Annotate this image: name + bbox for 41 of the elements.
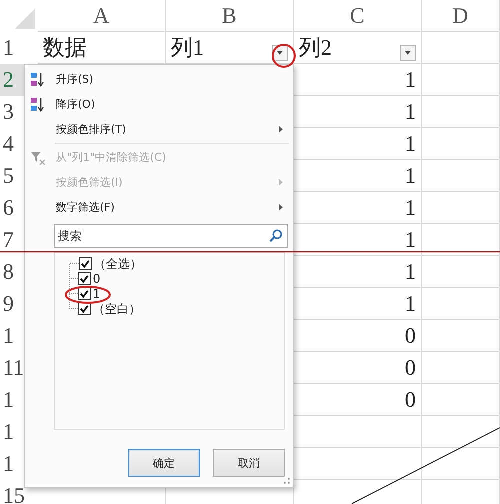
value-label: （全选） bbox=[94, 258, 142, 270]
table-cell: 1 bbox=[405, 194, 416, 220]
annotation-circle bbox=[272, 44, 296, 68]
dialog-button[interactable]: 取消 bbox=[213, 449, 285, 477]
table-cell: 0 bbox=[405, 386, 416, 412]
filter-dropdown-button[interactable] bbox=[400, 44, 416, 60]
checkbox[interactable] bbox=[78, 272, 91, 285]
value-label: 0 bbox=[93, 272, 101, 284]
table-cell: 1 bbox=[405, 66, 416, 92]
clear-filter-icon bbox=[30, 150, 46, 166]
dialog-button[interactable]: 确定 bbox=[128, 449, 200, 477]
column-header[interactable]: A bbox=[94, 2, 110, 28]
search-field[interactable]: 搜索 bbox=[54, 224, 288, 248]
search-icon bbox=[269, 229, 283, 243]
column-header[interactable]: B bbox=[222, 2, 237, 28]
column-header[interactable]: D bbox=[452, 2, 468, 28]
table-cell-text: 列2 bbox=[299, 34, 332, 62]
table-cell: 1 bbox=[405, 226, 416, 252]
table-cell: 1 bbox=[405, 98, 416, 124]
submenu-arrow-icon bbox=[279, 126, 283, 133]
caret-icon bbox=[277, 50, 283, 54]
table-cell-text: 数据 bbox=[43, 34, 87, 62]
table-cell: 1 bbox=[405, 130, 416, 156]
column-header[interactable]: C bbox=[350, 2, 365, 28]
table-cell-text: 列1 bbox=[171, 34, 204, 62]
table-cell: 1 bbox=[405, 258, 416, 284]
table-cell: 1 bbox=[405, 162, 416, 188]
value-label: 1 bbox=[93, 288, 101, 300]
sort-descending-icon bbox=[30, 96, 46, 112]
checkbox[interactable] bbox=[79, 257, 92, 270]
caret-icon bbox=[405, 50, 411, 54]
resize-grip-icon[interactable] bbox=[283, 477, 291, 485]
sort-ascending-icon bbox=[30, 72, 46, 88]
submenu-arrow-icon bbox=[279, 204, 283, 211]
table-cell: 0 bbox=[405, 354, 416, 380]
table-cell: 0 bbox=[405, 322, 416, 348]
value-label: （空白） bbox=[93, 302, 141, 314]
annotation-ellipse bbox=[65, 286, 111, 304]
row-header[interactable]: 1 bbox=[0, 32, 38, 64]
table-cell: 1 bbox=[405, 290, 416, 316]
submenu-arrow-icon bbox=[279, 179, 283, 186]
